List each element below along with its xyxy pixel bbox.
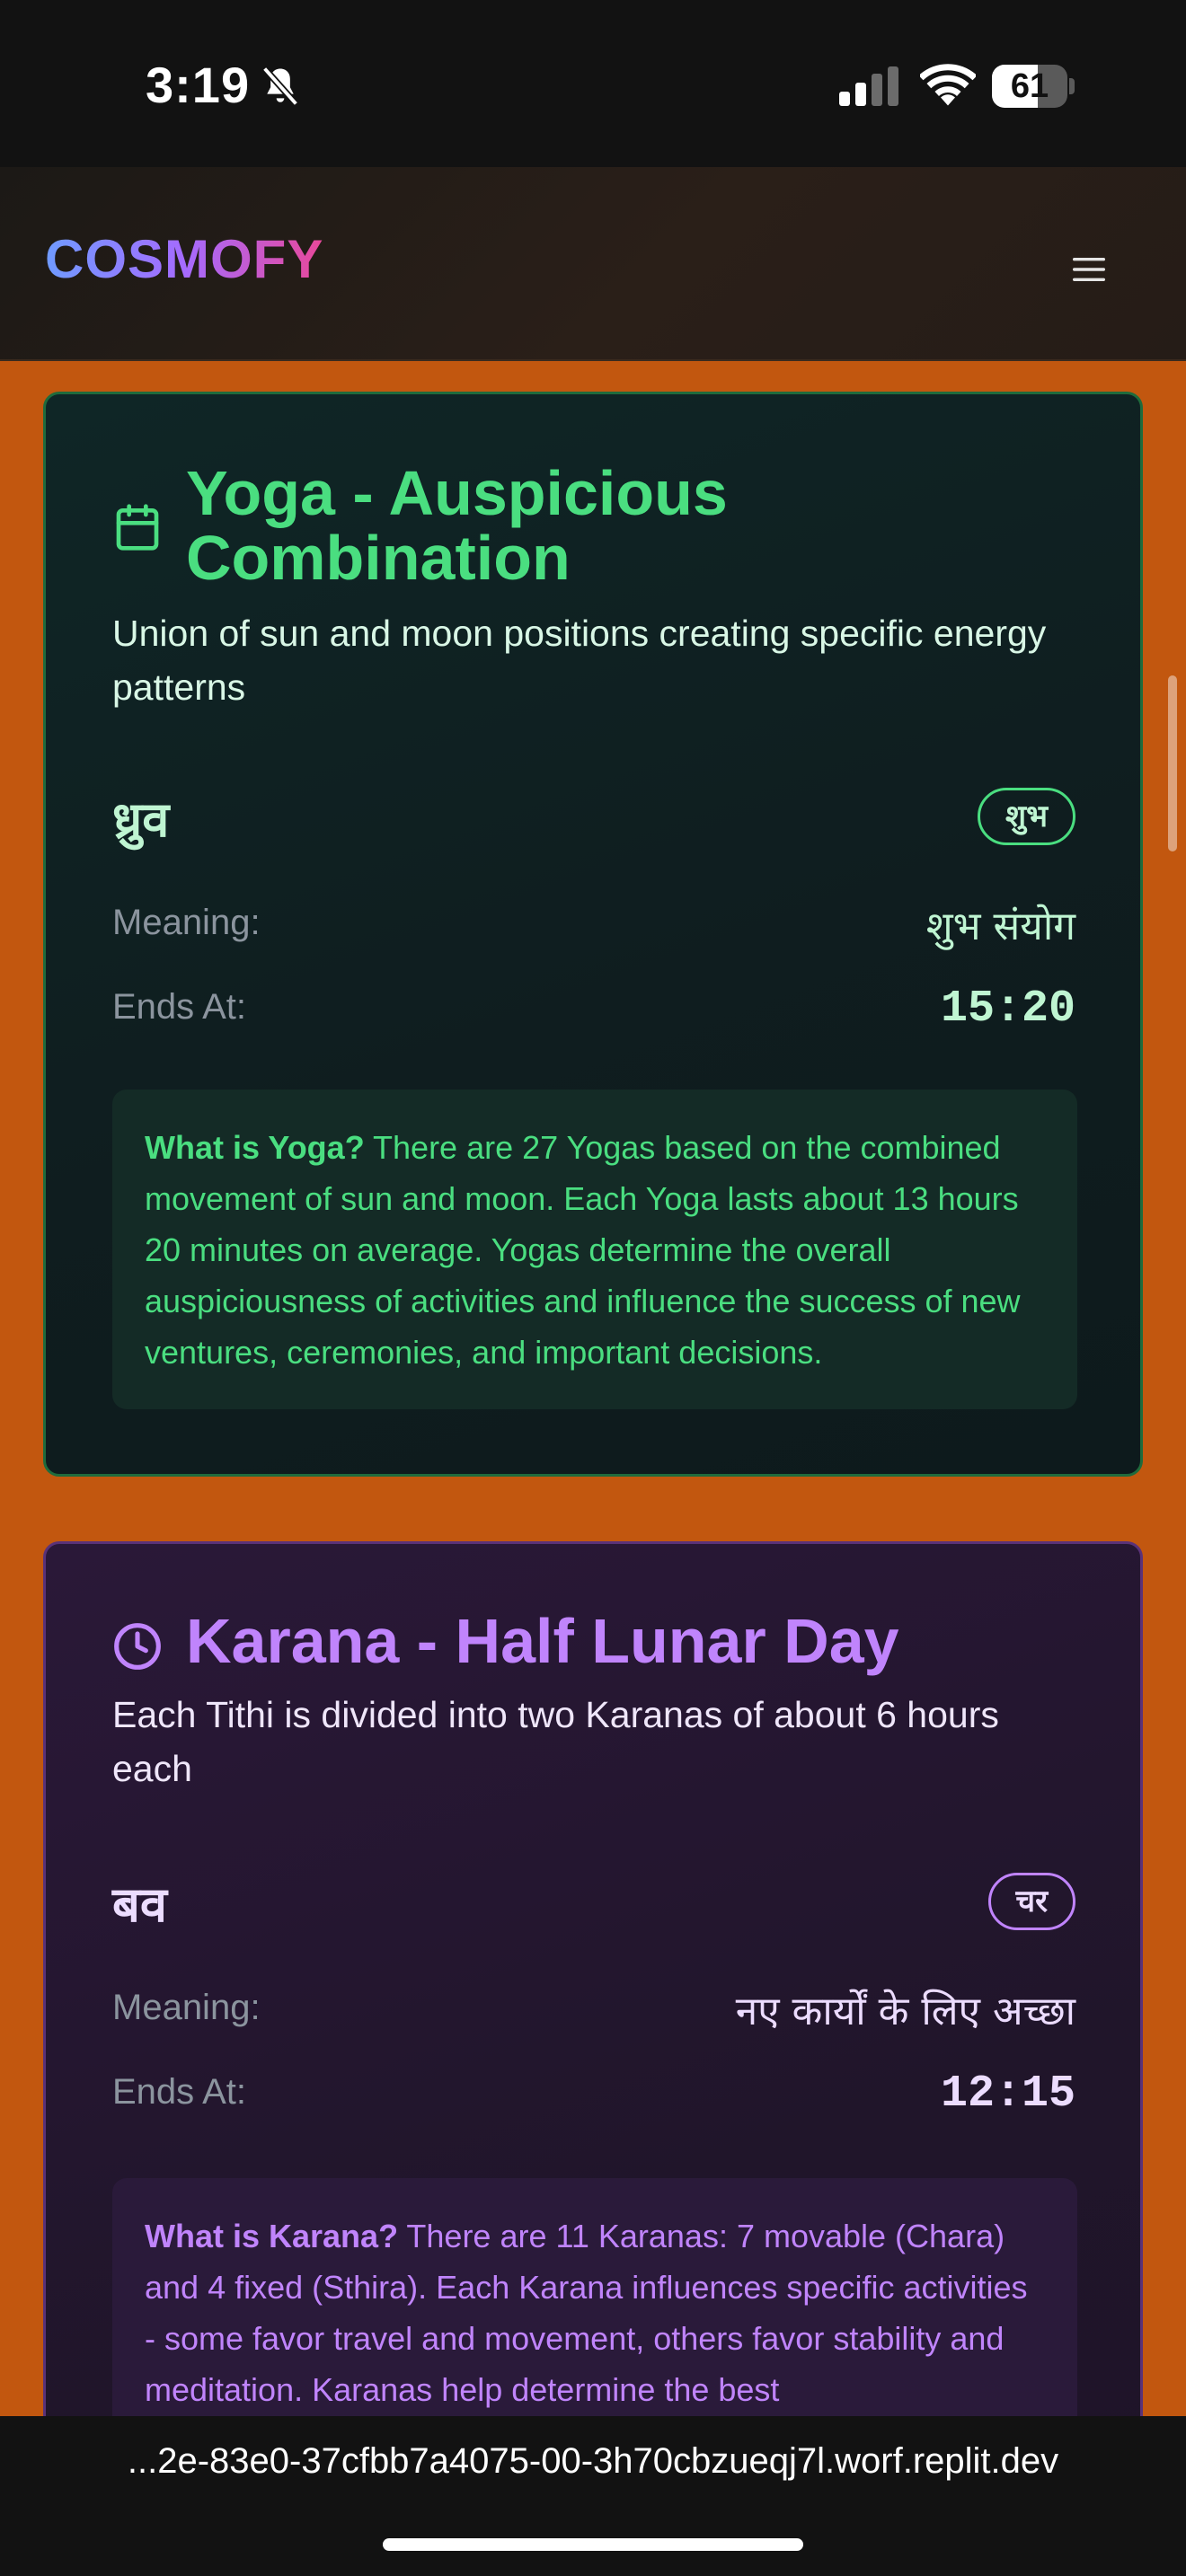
karana-ends-value: 12:15 [940, 2069, 1075, 2120]
yoga-info-box: What is Yoga? There are 27 Yogas based o… [112, 1090, 1077, 1409]
battery-level: 61 [1010, 67, 1049, 105]
clock-icon [114, 1623, 161, 1670]
yoga-card: Yoga - Auspicious Combination Union of s… [43, 392, 1143, 1477]
karana-name: बव [112, 1876, 167, 1933]
browser-url-bar[interactable]: ...2e-83e0-37cfbb7a4075-00-3h70cbzueqj7l… [0, 2416, 1186, 2576]
karana-info-heading: What is Karana? [145, 2218, 399, 2254]
yoga-ends-value: 15:20 [940, 984, 1075, 1035]
status-bar: 3:19 61 [0, 0, 1186, 167]
calendar-icon [116, 504, 159, 551]
karana-meaning-value: नए कार्यों के लिए अच्छा [735, 1989, 1075, 2034]
yoga-title: Yoga - Auspicious Combination [186, 458, 728, 593]
hamburger-menu-icon [1073, 258, 1105, 281]
wifi-icon [920, 64, 976, 106]
yoga-subtitle: Union of sun and moon positions creating… [112, 613, 1047, 708]
cellular-signal-icon [839, 66, 898, 106]
yoga-ends-label: Ends At: [112, 987, 246, 1027]
status-time: 3:19 [146, 57, 251, 113]
yoga-meaning-value: शुभ संयोग [925, 904, 1075, 949]
brand-logo[interactable]: COSMOFY [45, 228, 323, 290]
battery-icon: 61 [992, 65, 1075, 108]
yoga-name: ध्रुव [112, 791, 170, 848]
menu-button[interactable] [1060, 241, 1118, 298]
yoga-info-heading: What is Yoga? [145, 1129, 365, 1166]
karana-status-badge: चर [987, 1873, 1075, 1930]
karana-meaning-label: Meaning: [112, 1988, 261, 2027]
scrollbar-thumb[interactable] [1168, 675, 1177, 851]
karana-title: Karana - Half Lunar Day [186, 1606, 899, 1676]
app-header: COSMOFY [0, 167, 1186, 361]
yoga-status-badge: शुभ [977, 788, 1075, 845]
yoga-meaning-label: Meaning: [112, 903, 261, 942]
bell-slash-icon [261, 66, 299, 106]
url-text[interactable]: ...2e-83e0-37cfbb7a4075-00-3h70cbzueqj7l… [0, 2441, 1186, 2482]
karana-subtitle: Each Tithi is divided into two Karanas o… [112, 1694, 999, 1789]
home-indicator[interactable] [383, 2538, 803, 2551]
karana-ends-label: Ends At: [112, 2072, 246, 2112]
